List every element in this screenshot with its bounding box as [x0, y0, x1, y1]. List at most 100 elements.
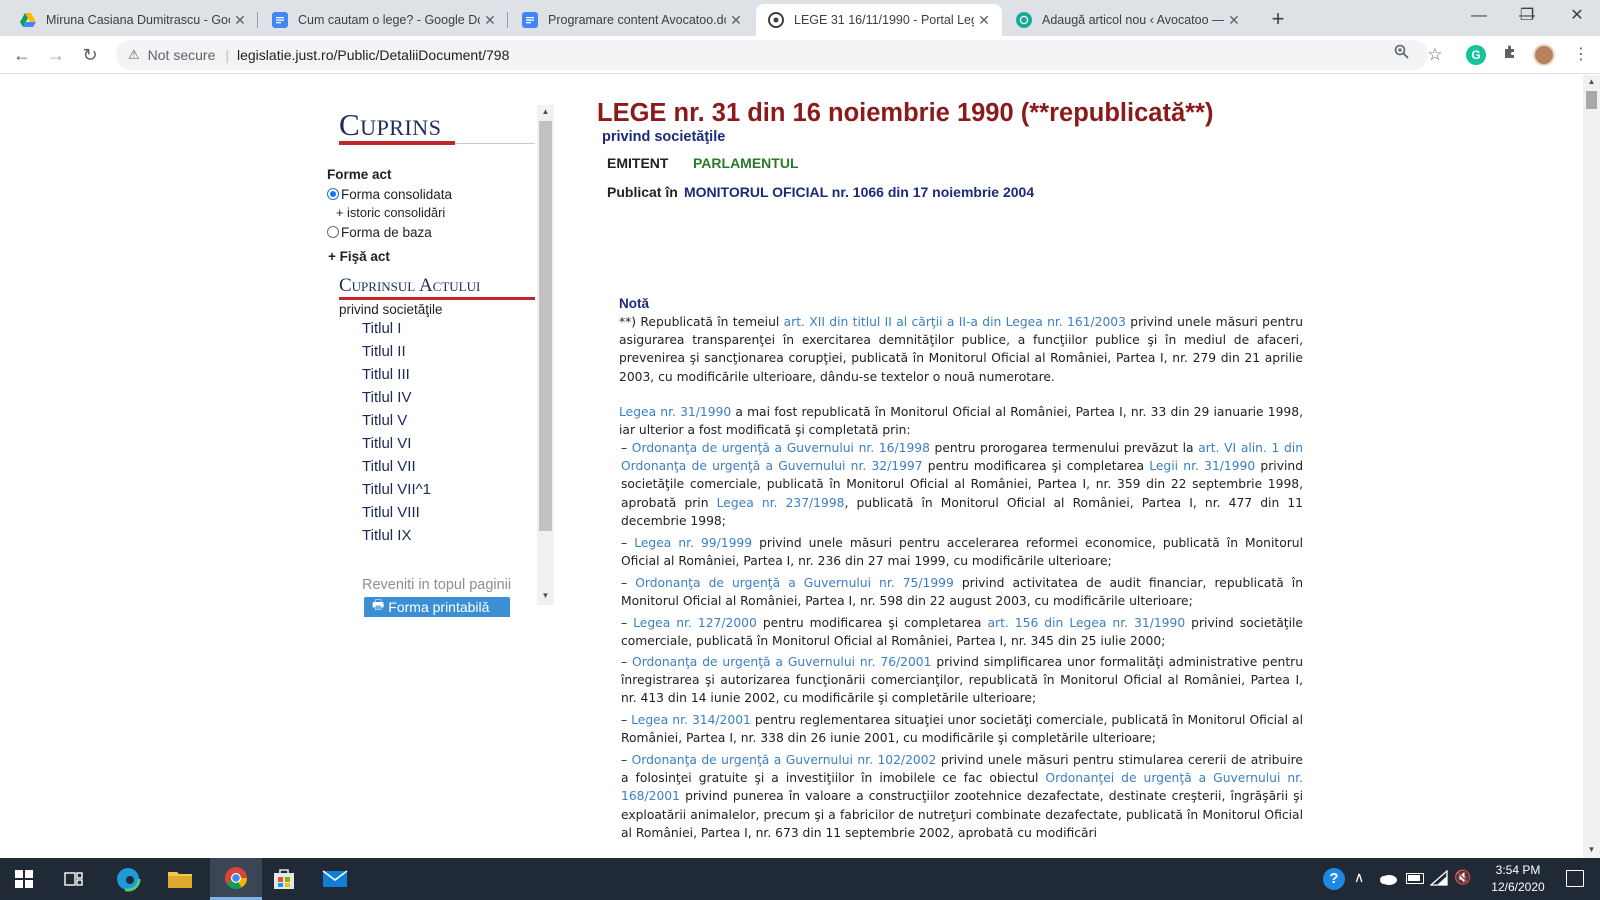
web-page: Cuprins Forme act Forma consolidata + is…	[0, 75, 1600, 858]
titlu-link[interactable]: Titlul IV	[362, 389, 411, 406]
restore-window-button[interactable]: ❐	[1504, 0, 1550, 34]
browser-tab-1[interactable]: Miruna Casiana Dumitrascu - Goo ✕	[8, 4, 258, 36]
law-link[interactable]: Legea nr. 31/1990	[619, 405, 731, 419]
task-view-icon[interactable]	[64, 870, 84, 888]
amendment-item: – Ordonanţa de urgenţă a Guvernului nr. …	[621, 655, 1304, 706]
address-bar[interactable]: ⚠ Not secure | legislatie.just.ro/Public…	[116, 40, 1428, 70]
radio-selected-icon[interactable]	[327, 188, 339, 200]
file-explorer-icon[interactable]	[167, 868, 193, 890]
law-link[interactable]: Legea nr. 99/1999	[634, 536, 752, 550]
amendment-item: – Ordonanţa de urgenţă a Guvernului nr. …	[621, 753, 1303, 840]
scroll-down-arrow-icon[interactable]: ▼	[537, 591, 554, 600]
google-docs-icon	[522, 12, 538, 28]
law-link[interactable]: Ordonanţa de urgenţă a Guvernului nr. 75…	[635, 576, 954, 590]
law-link[interactable]: Ordonanţa de urgenţă a Guvernului nr. 76…	[632, 655, 931, 669]
sidebar-scroll-thumb[interactable]	[539, 121, 552, 531]
close-tab-icon[interactable]: ✕	[974, 12, 994, 29]
law-title: LEGE nr. 31 din 16 noiembrie 1990 (**rep…	[597, 99, 1214, 127]
titlu-link[interactable]: Titlul VI	[362, 435, 411, 452]
browser-tab-5[interactable]: Adaugă articol nou ‹ Avocatoo — ✕	[1004, 4, 1252, 36]
titlu-link[interactable]: Titlul II	[362, 343, 406, 360]
clock-time: 3:54 PM	[1495, 863, 1541, 877]
titlu-link[interactable]: Titlul VIII	[362, 504, 420, 521]
law-link[interactable]: Legea nr. 314/2001	[631, 713, 751, 727]
notifications-icon[interactable]	[1566, 870, 1584, 887]
titlu-link[interactable]: Titlul I	[362, 320, 401, 337]
printer-icon: 🖶	[372, 597, 385, 612]
fisa-act-link[interactable]: + Fişă act	[328, 249, 390, 264]
clock[interactable]: 3:54 PM 12/6/2020	[1482, 862, 1554, 896]
security-label: Not secure	[147, 47, 216, 63]
browser-tab-3[interactable]: Programare content Avocatoo.do ✕	[510, 4, 754, 36]
tab-label: Miruna Casiana Dumitrascu - Goo	[46, 13, 230, 27]
microsoft-store-icon[interactable]	[272, 867, 296, 891]
edge-browser-icon[interactable]	[115, 866, 141, 892]
grammarly-extension-icon[interactable]: G	[1466, 45, 1486, 65]
law-link[interactable]: Legea nr. 127/2000	[633, 616, 757, 630]
tab-label: Programare content Avocatoo.do	[548, 13, 726, 27]
titlu-link[interactable]: Titlul VII^1	[362, 481, 431, 498]
cuprinsul-actului-heading: Cuprinsul Actului	[339, 275, 481, 296]
help-icon[interactable]: ?	[1323, 868, 1345, 890]
law-subtitle: privind societăţile	[602, 129, 726, 145]
sidebar-scrollbar[interactable]: ▲ ▼	[537, 105, 554, 605]
page-scrollbar[interactable]: ▲ ▼	[1583, 75, 1600, 858]
close-tab-icon[interactable]: ✕	[726, 12, 746, 29]
law-link[interactable]: Ordonanţa de urgenţă a Guvernului nr. 10…	[632, 753, 937, 767]
history-paragraph: Legea nr. 31/1990 a mai fost republicată…	[619, 405, 1303, 438]
radio-unselected-icon[interactable]	[327, 226, 339, 238]
scroll-up-arrow-icon[interactable]: ▲	[1583, 77, 1600, 86]
onedrive-cloud-icon[interactable]	[1378, 872, 1398, 885]
titlu-link[interactable]: Titlul VII	[362, 458, 416, 475]
forma-consolidata-option[interactable]: Forma consolidata	[327, 187, 452, 202]
portal-legislativ-icon	[768, 12, 784, 28]
forward-arrow-icon[interactable]: →	[42, 41, 70, 69]
titlu-link[interactable]: Titlul V	[362, 412, 407, 429]
windows-start-icon[interactable]	[15, 870, 33, 888]
battery-icon[interactable]	[1406, 873, 1424, 884]
law-link[interactable]: Ordonanţa de urgenţă a Guvernului nr. 16…	[632, 441, 930, 455]
browser-tab-2[interactable]: Cum cautam o lege? - Google Do ✕	[260, 4, 508, 36]
publicat-label: Publicat în	[607, 184, 678, 200]
reload-icon[interactable]: ↻	[76, 41, 104, 69]
profile-avatar[interactable]	[1533, 44, 1555, 66]
minimize-window-button[interactable]: —	[1456, 0, 1502, 34]
forma-de-baza-option[interactable]: Forma de baza	[327, 225, 432, 240]
titlu-link[interactable]: Titlul IX	[362, 527, 411, 544]
law-link[interactable]: art. 156 din Legea nr. 31/1990	[987, 616, 1185, 630]
browser-menu-icon[interactable]: ⋮	[1568, 42, 1594, 68]
titlu-link[interactable]: Titlul III	[362, 366, 410, 383]
chevron-up-icon[interactable]: ∧	[1354, 869, 1364, 886]
nota-paragraph: **) Republicată în temeiul art. XII din …	[619, 315, 1303, 384]
amendment-item: – Legea nr. 127/2000 pentru modificarea …	[621, 616, 1303, 649]
close-tab-icon[interactable]: ✕	[480, 12, 500, 29]
law-link[interactable]: art. XII din titlul II al cărţii a II-a …	[784, 315, 1126, 329]
volume-muted-icon[interactable]: 🔇	[1454, 869, 1471, 886]
browser-tab-strip: Miruna Casiana Dumitrascu - Goo ✕ Cum ca…	[0, 0, 1600, 36]
bookmark-star-icon[interactable]: ☆	[1422, 42, 1448, 68]
tab-label: Adaugă articol nou ‹ Avocatoo —	[1042, 13, 1224, 27]
scroll-down-arrow-icon[interactable]: ▼	[1583, 845, 1600, 854]
scroll-up-arrow-icon[interactable]: ▲	[537, 107, 554, 116]
law-link[interactable]: Legii nr. 31/1990	[1149, 459, 1255, 473]
wordpress-icon	[1016, 12, 1032, 28]
close-tab-icon[interactable]: ✕	[1224, 12, 1244, 29]
law-link[interactable]: Legea nr. 237/1998	[717, 496, 845, 510]
wifi-icon[interactable]	[1429, 869, 1448, 886]
back-arrow-icon[interactable]: ←	[8, 41, 36, 69]
url-text: legislatie.just.ro/Public/DetaliiDocumen…	[237, 47, 510, 63]
close-tab-icon[interactable]: ✕	[230, 12, 250, 29]
back-to-top-link[interactable]: Reveniti in topul paginii	[362, 577, 511, 593]
istoric-consolidari-link[interactable]: + istoric consolidări	[336, 205, 445, 220]
mail-icon[interactable]	[322, 870, 348, 888]
amendment-item: – Ordonanţa de urgenţă a Guvernului nr. …	[621, 441, 1303, 528]
zoom-icon[interactable]	[1388, 42, 1414, 68]
chrome-taskbar-button[interactable]	[210, 858, 262, 900]
print-button[interactable]: 🖶 Forma printabilă	[364, 597, 510, 617]
browser-tab-4-active[interactable]: LEGE 31 16/11/1990 - Portal Legi ✕	[756, 4, 1002, 36]
new-tab-button[interactable]: +	[1264, 6, 1292, 34]
page-scroll-thumb[interactable]	[1586, 91, 1597, 109]
extensions-puzzle-icon[interactable]	[1497, 42, 1523, 68]
cuprinsul-subtitle: privind societăţile	[339, 302, 443, 317]
close-window-button[interactable]: ✕	[1554, 0, 1600, 34]
